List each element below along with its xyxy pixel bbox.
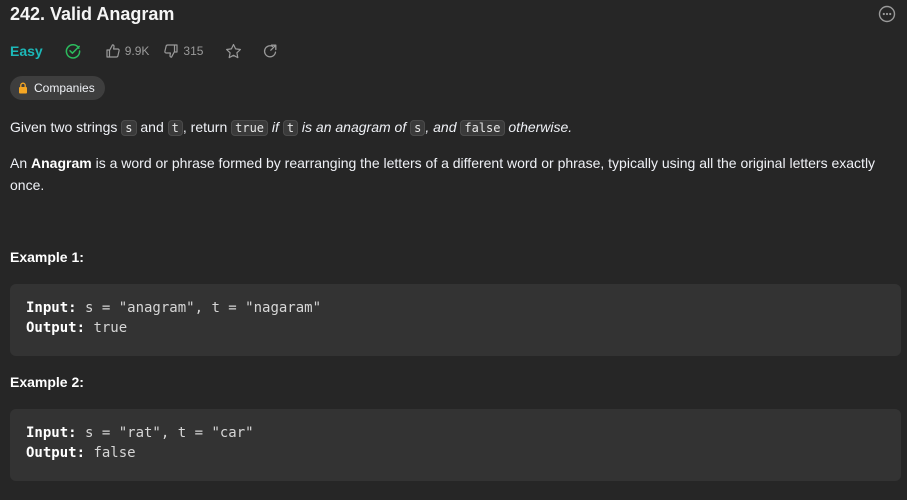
companies-tag-button[interactable]: Companies (10, 76, 105, 100)
example-2-output: Output: false (26, 445, 136, 461)
more-horizontal-circle-icon (878, 5, 896, 23)
input-value: s = "rat", t = "car" (76, 425, 254, 441)
solved-status (65, 43, 81, 59)
definition-text: is a word or phrase formed by rearrangin… (10, 155, 876, 193)
star-icon (226, 43, 242, 58)
output-value: false (85, 445, 136, 461)
inline-code: s (121, 120, 137, 136)
companies-label: Companies (34, 81, 95, 95)
inline-code: t (167, 120, 183, 136)
example-2-title: Example 2: (10, 374, 84, 390)
statement-emphasis: is an anagram of (298, 119, 411, 135)
thumbs-down-icon (164, 44, 178, 58)
anagram-definition-paragraph: An Anagram is a word or phrase formed by… (10, 152, 890, 196)
example-2-input: Input: s = "rat", t = "car" (26, 425, 254, 441)
difficulty-badge: Easy (10, 43, 43, 59)
definition-text: An (10, 155, 32, 171)
dislike-button[interactable]: 315 (163, 43, 203, 59)
inline-code: t (282, 120, 299, 136)
input-label: Input: (26, 300, 77, 316)
like-button[interactable]: 9.9K (105, 43, 150, 59)
inline-code: true (231, 120, 269, 136)
input-value: s = "anagram", t = "nagaram" (76, 300, 322, 316)
output-label: Output: (26, 445, 86, 461)
problem-meta-row: Easy 9.9K 315 (10, 40, 279, 62)
share-icon (264, 44, 277, 57)
example-2-block: Input: s = "rat", t = "car" Output: fals… (10, 409, 901, 481)
statement-emphasis: , and (425, 119, 461, 135)
statement-text: Given two strings (10, 119, 122, 135)
output-label: Output: (26, 320, 86, 336)
lock-icon (19, 82, 27, 94)
output-value: true (85, 320, 128, 336)
definition-term: Anagram (31, 155, 92, 171)
dislike-count: 315 (183, 44, 204, 58)
check-circle-icon (65, 44, 81, 59)
problem-description-panel: 242. Valid Anagram Easy 9.9K 315 Compani… (0, 0, 907, 500)
statement-text: , return (182, 119, 232, 135)
problem-title[interactable]: 242. Valid Anagram (10, 4, 174, 25)
example-1-title: Example 1: (10, 249, 84, 265)
thumbs-up-icon (106, 44, 120, 58)
example-1-input: Input: s = "anagram", t = "nagaram" (26, 300, 321, 316)
statement-text: and (136, 119, 168, 135)
example-1-output: Output: true (26, 320, 127, 336)
more-options-button[interactable] (878, 5, 896, 23)
input-label: Input: (26, 425, 77, 441)
problem-statement-paragraph: Given two strings s and t, return true i… (10, 116, 890, 139)
statement-emphasis: otherwise. (504, 119, 573, 135)
favorite-button[interactable] (225, 43, 242, 60)
share-button[interactable] (262, 43, 279, 60)
like-count: 9.9K (124, 44, 150, 58)
example-1-block: Input: s = "anagram", t = "nagaram" Outp… (10, 284, 901, 356)
inline-code: false (460, 120, 505, 136)
statement-emphasis: if (268, 119, 283, 135)
inline-code: s (410, 120, 426, 136)
